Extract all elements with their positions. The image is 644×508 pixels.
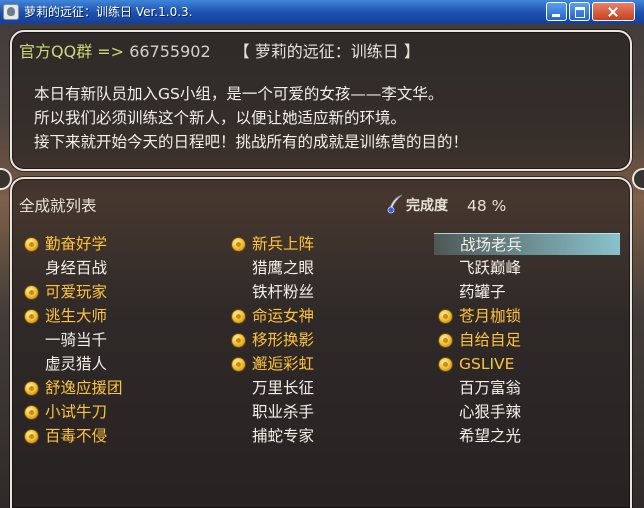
achievement-item[interactable]: 身经百战: [24, 257, 214, 279]
achievement-label: 猎鹰之眼: [252, 259, 315, 277]
achievement-list-title: 全成就列表: [19, 197, 97, 215]
achievement-item[interactable]: 舒逸应援团: [24, 377, 214, 399]
coin-icon: [25, 310, 38, 323]
achievement-label: 自给自足: [459, 331, 522, 349]
completion-label: 完成度: [406, 198, 448, 214]
achievement-label: GSLIVE: [459, 355, 515, 373]
qq-group-label: 官方QQ群 =>: [19, 42, 125, 61]
coin-icon: [232, 334, 245, 347]
coin-icon: [25, 406, 38, 419]
achievement-label: 逃生大师: [45, 307, 108, 325]
achievement-label: 身经百战: [45, 259, 108, 277]
quill-icon: [387, 194, 403, 214]
achievement-item[interactable]: 药罐子: [438, 281, 624, 303]
achievement-label: 铁杆粉丝: [252, 283, 315, 301]
achievement-label: 飞跃巅峰: [459, 259, 522, 277]
coin-icon: [439, 310, 452, 323]
achievement-item[interactable]: 可爱玩家: [24, 281, 214, 303]
achievement-item[interactable]: 邂逅彩虹: [231, 353, 421, 375]
coin-icon: [25, 286, 38, 299]
game-screen: 官方QQ群 => 66755902 【 萝莉的远征：训练日 】 本日有新队员加入…: [0, 24, 644, 508]
achievement-item[interactable]: 小试牛刀: [24, 401, 214, 423]
achievement-label: 药罐子: [459, 283, 506, 301]
panel-divider-right: [632, 168, 644, 190]
coin-icon: [232, 238, 245, 251]
achievement-item[interactable]: 战场老兵: [434, 233, 620, 255]
achievement-item[interactable]: 飞跃巅峰: [438, 257, 624, 279]
maximize-button[interactable]: [569, 2, 590, 21]
achievement-item[interactable]: 命运女神: [231, 305, 421, 327]
achievement-label: 希望之光: [459, 427, 522, 445]
achievement-label: 勤奋好学: [45, 235, 108, 253]
title-bar[interactable]: 萝莉的远征：训练日 Ver.1.0.3.: [0, 0, 644, 25]
achievement-item[interactable]: 捕蛇专家: [231, 425, 421, 447]
coin-icon: [232, 310, 245, 323]
achievement-label: 苍月枷锁: [459, 307, 522, 325]
achievement-label: 可爱玩家: [45, 283, 108, 301]
achievement-label: 命运女神: [252, 307, 315, 325]
achievement-item[interactable]: 勤奋好学: [24, 233, 214, 255]
achievement-item[interactable]: 苍月枷锁: [438, 305, 624, 327]
achievement-label: 新兵上阵: [252, 235, 315, 253]
achievement-label: 心狠手辣: [459, 403, 522, 421]
achievement-item[interactable]: 自给自足: [438, 329, 624, 351]
story-line-1: 本日有新队员加入GS小组，是一个可爱的女孩——李文华。: [34, 85, 444, 103]
close-button[interactable]: [592, 2, 635, 21]
game-title: 【 萝莉的远征：训练日 】: [233, 42, 420, 61]
achievement-item[interactable]: 百万富翁: [438, 377, 624, 399]
achievement-label: 万里长征: [252, 379, 315, 397]
achievement-label: 邂逅彩虹: [252, 355, 315, 373]
story-line-3: 接下来就开始今天的日程吧！挑战所有的成就是训练营的目的！: [34, 133, 469, 151]
achievement-item[interactable]: 虚灵猎人: [24, 353, 214, 375]
window-title: 萝莉的远征：训练日 Ver.1.0.3.: [24, 5, 193, 19]
coin-icon: [232, 358, 245, 371]
achievement-label: 舒逸应援团: [45, 379, 123, 397]
achievement-item[interactable]: 移形换影: [231, 329, 421, 351]
coin-icon: [25, 382, 38, 395]
achievement-item[interactable]: 希望之光: [438, 425, 624, 447]
achievement-item[interactable]: 百毒不侵: [24, 425, 214, 447]
achievement-label: 职业杀手: [252, 403, 315, 421]
achievement-label: 百毒不侵: [45, 427, 108, 445]
achievement-label: 一骑当千: [45, 331, 108, 349]
coin-icon: [25, 430, 38, 443]
achievement-label: 移形换影: [252, 331, 315, 349]
achievement-label: 捕蛇专家: [252, 427, 315, 445]
achievement-item[interactable]: 逃生大师: [24, 305, 214, 327]
qq-group-number: 66755902: [129, 42, 211, 61]
achievement-label: 虚灵猎人: [45, 355, 108, 373]
achievement-item[interactable]: 铁杆粉丝: [231, 281, 421, 303]
app-icon[interactable]: [3, 4, 19, 20]
achievement-item[interactable]: 一骑当千: [24, 329, 214, 351]
achievement-item[interactable]: 猎鹰之眼: [231, 257, 421, 279]
achievement-item[interactable]: 心狠手辣: [438, 401, 624, 423]
coin-icon: [25, 238, 38, 251]
achievement-item[interactable]: GSLIVE: [438, 353, 624, 375]
achievement-label: 百万富翁: [459, 379, 522, 397]
completion-value: 48 %: [467, 197, 507, 215]
achievement-label: 战场老兵: [460, 236, 523, 254]
coin-icon: [439, 334, 452, 347]
achievement-label: 小试牛刀: [45, 403, 108, 421]
achievement-item[interactable]: 职业杀手: [231, 401, 421, 423]
story-line-2: 所以我们必须训练这个新人，以便让她适应新的环境。: [34, 109, 407, 127]
header-line: 官方QQ群 => 66755902 【 萝莉的远征：训练日 】: [19, 42, 420, 62]
achievement-item[interactable]: 万里长征: [231, 377, 421, 399]
minimize-button[interactable]: [546, 2, 567, 21]
achievement-item[interactable]: 新兵上阵: [231, 233, 421, 255]
coin-icon: [439, 358, 452, 371]
